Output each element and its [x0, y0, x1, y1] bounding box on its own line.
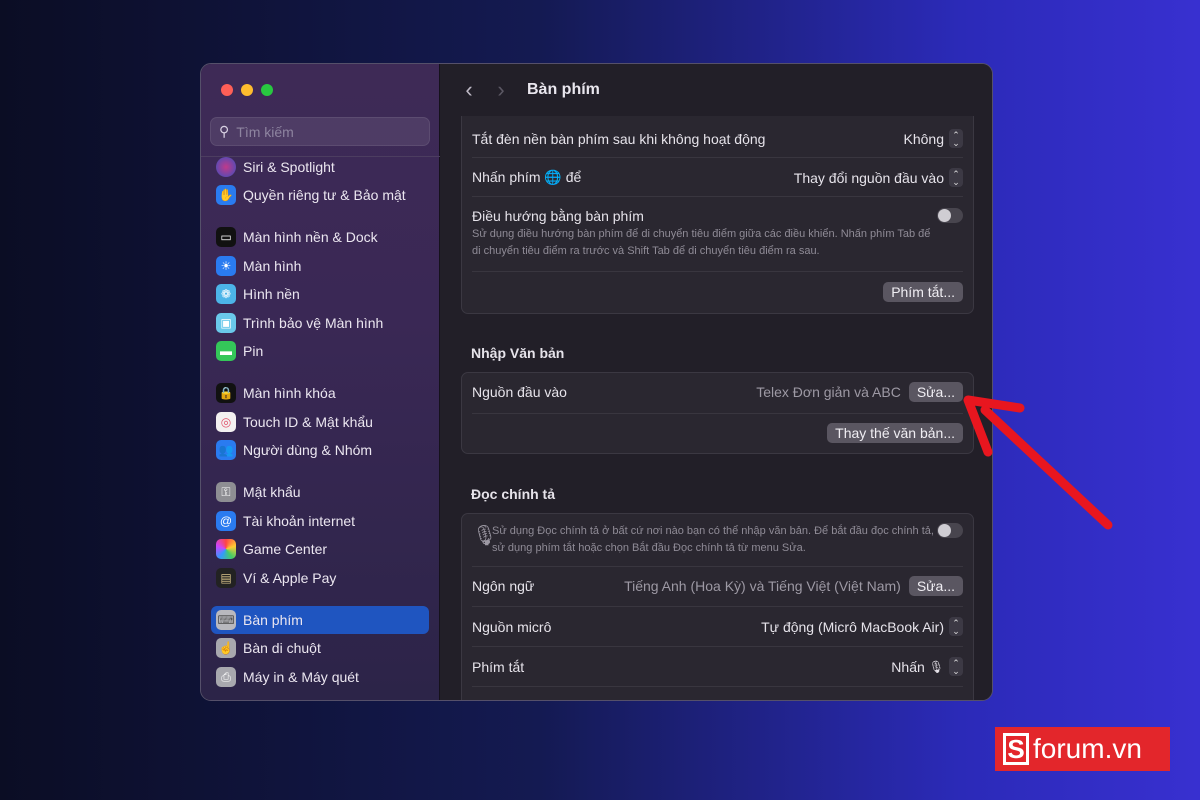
- sforum-logo: Sforum.vn: [995, 727, 1170, 771]
- logo-text: forum.vn: [1033, 733, 1142, 764]
- red-arrow-annotation: [963, 395, 1113, 530]
- logo-mark: S: [1003, 733, 1029, 765]
